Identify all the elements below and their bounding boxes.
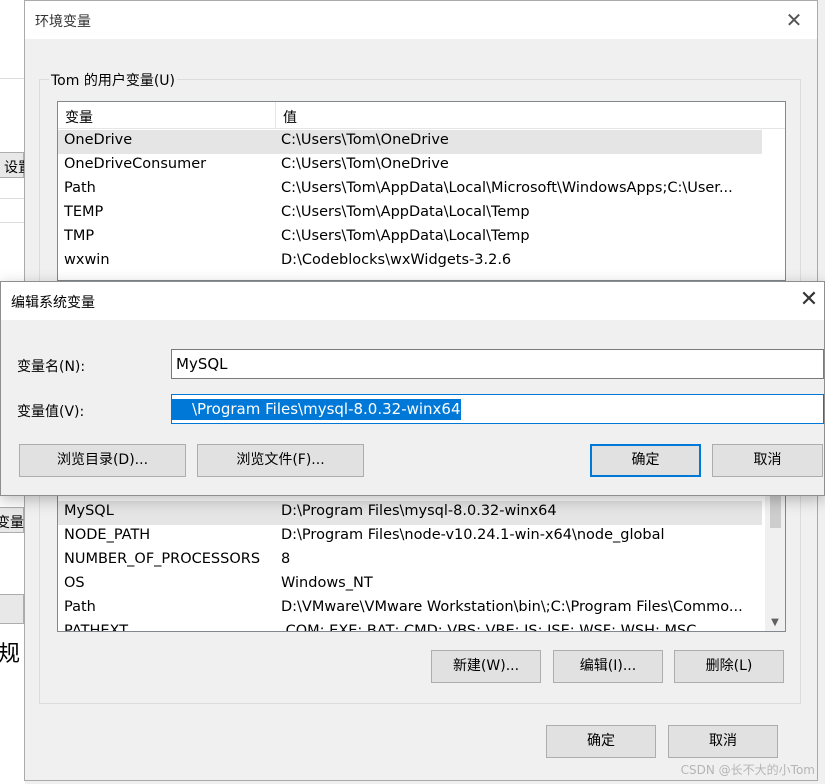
row-value: D:\Program Files\mysql-8.0.32-winx64 (281, 503, 557, 519)
edit-cancel-button[interactable]: 取消 (712, 444, 823, 477)
variable-name-label: 变量名(N): (17, 359, 86, 375)
row-name: MySQL (64, 503, 114, 519)
table-row[interactable]: wxwin D:\Codeblocks\wxWidgets-3.2.6 (58, 250, 762, 274)
background-divider (0, 78, 25, 79)
table-row[interactable]: NUMBER_OF_PROCESSORS 8 (58, 549, 762, 573)
variable-name-field[interactable]: MySQL (171, 349, 824, 379)
background-text-rule: 规 (0, 642, 21, 667)
row-name: wxwin (64, 252, 110, 268)
row-value: 8 (281, 551, 291, 567)
row-value: .COM;.EXE;.BAT;.CMD;.VBS;.VBE;.JS;.JSE;.… (281, 623, 697, 632)
table-row[interactable]: OS Windows_NT (58, 573, 762, 597)
env-cancel-button[interactable]: 取消 (668, 725, 778, 758)
row-value: D:\Program Files\node-v10.24.1-win-x64\n… (281, 527, 665, 543)
user-list-header: 变量 值 (58, 102, 785, 129)
system-list-scrollbar[interactable]: ▼ (765, 482, 785, 631)
table-row[interactable]: MySQL D:\Program Files\mysql-8.0.32-winx… (58, 501, 762, 525)
background-text-variable: 变量 (0, 515, 24, 531)
table-row[interactable]: PATHEXT .COM;.EXE;.BAT;.CMD;.VBS;.VBE;.J… (58, 621, 762, 632)
table-row[interactable]: Path C:\Users\Tom\AppData\Local\Microsof… (58, 178, 762, 202)
row-value: C:\Users\Tom\AppData\Local\Microsoft\Win… (281, 180, 733, 196)
edit-ok-button[interactable]: 确定 (590, 444, 701, 477)
background-divider (0, 222, 25, 223)
table-row[interactable]: OneDriveConsumer C:\Users\Tom\OneDrive (58, 154, 762, 178)
variable-name-text: MySQL (176, 355, 228, 373)
header-value[interactable]: 值 (283, 107, 297, 127)
row-name: NODE_PATH (64, 527, 151, 543)
table-row[interactable]: Path D:\VMware\VMware Workstation\bin\;C… (58, 597, 762, 621)
row-value: D:\VMware\VMware Workstation\bin\;C:\Pro… (281, 599, 743, 615)
new-button[interactable]: 新建(W)... (431, 650, 541, 683)
header-variable[interactable]: 变量 (65, 107, 93, 127)
edit-titlebar: 编辑系统变量 ✕ (1, 282, 824, 320)
row-name: NUMBER_OF_PROCESSORS (64, 551, 261, 567)
user-variables-label: Tom 的用户变量(U) (49, 70, 177, 90)
edit-button[interactable]: 编辑(I)... (553, 650, 663, 683)
system-variables-list[interactable]: MySQL D:\Program Files\mysql-8.0.32-winx… (57, 481, 786, 632)
row-value: D:\Codeblocks\wxWidgets-3.2.6 (281, 252, 512, 268)
background-divider (0, 198, 25, 199)
user-variables-list[interactable]: 变量 值 OneDrive C:\Users\Tom\OneDrive OneD… (57, 101, 786, 281)
watermark: CSDN @长不大的小Tom (680, 763, 815, 777)
variable-value-field[interactable]: \Program Files\mysql-8.0.32-winx64 (171, 394, 824, 424)
env-close-icon[interactable]: ✕ (781, 7, 807, 33)
env-window-title: 环境变量 (35, 14, 91, 30)
env-titlebar: 环境变量 ✕ (25, 1, 817, 39)
row-value: C:\Users\Tom\AppData\Local\Temp (281, 204, 530, 220)
header-divider (275, 102, 276, 128)
delete-button[interactable]: 删除(L) (674, 650, 784, 683)
row-name: TMP (64, 228, 95, 244)
edit-system-variable-dialog: 编辑系统变量 ✕ 变量名(N): MySQL 变量值(V): \Program … (0, 281, 825, 496)
row-name: Path (64, 180, 96, 196)
browse-file-button[interactable]: 浏览文件(F)... (197, 444, 364, 477)
row-name: OS (64, 575, 85, 591)
row-name: Path (64, 599, 96, 615)
variable-value-label: 变量值(V): (17, 404, 85, 420)
row-name: OneDrive (64, 132, 133, 148)
row-value: Windows_NT (281, 575, 373, 591)
row-name: OneDriveConsumer (64, 156, 207, 172)
table-row[interactable]: NODE_PATH D:\Program Files\node-v10.24.1… (58, 525, 762, 549)
row-value: C:\Users\Tom\OneDrive (281, 156, 449, 172)
env-ok-button[interactable]: 确定 (546, 725, 656, 758)
scroll-down-icon[interactable]: ▼ (765, 617, 785, 628)
edit-close-icon[interactable]: ✕ (796, 286, 822, 314)
row-value: C:\Users\Tom\OneDrive (281, 132, 449, 148)
edit-dialog-title: 编辑系统变量 (11, 295, 95, 311)
scrollbar-thumb[interactable] (770, 496, 781, 528)
row-name: PATHEXT (64, 623, 129, 632)
row-name: TEMP (64, 204, 104, 220)
background-button (0, 594, 24, 624)
table-row[interactable]: TEMP C:\Users\Tom\AppData\Local\Temp (58, 202, 762, 226)
row-value: C:\Users\Tom\AppData\Local\Temp (281, 228, 530, 244)
table-row[interactable]: TMP C:\Users\Tom\AppData\Local\Temp (58, 226, 762, 250)
variable-value-selected-text: \Program Files\mysql-8.0.32-winx64 (172, 399, 461, 420)
browse-directory-button[interactable]: 浏览目录(D)... (19, 444, 186, 477)
table-row[interactable]: OneDrive C:\Users\Tom\OneDrive (58, 130, 762, 154)
